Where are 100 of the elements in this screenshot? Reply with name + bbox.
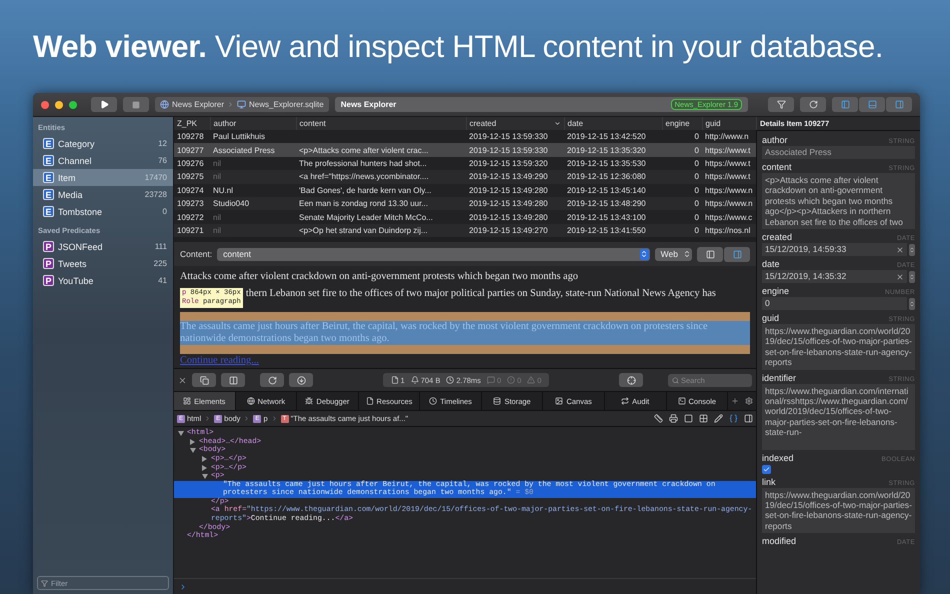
search-icon: [672, 376, 679, 384]
filter-button[interactable]: [768, 97, 794, 112]
layout-icon: [183, 397, 192, 406]
path-control[interactable]: News Explorer News_Explorer.sqlite: [155, 97, 329, 112]
target-button[interactable]: [619, 373, 643, 388]
table-row[interactable]: 109278 Paul Luttikhuis 2019-12-15 13:59:330 2019-12-15 13:42:520 0 http://www.n: [174, 130, 756, 144]
add-tab-button[interactable]: [728, 392, 742, 410]
field-select[interactable]: content: [217, 248, 650, 261]
reload-button[interactable]: [260, 373, 284, 388]
sidebar-item[interactable]: P JSONFeed 111: [33, 238, 173, 255]
column-header[interactable]: Z_PK: [174, 117, 210, 130]
sidebar-item[interactable]: E Tombstone 0: [33, 203, 173, 220]
download-icon: [296, 376, 306, 385]
undock-button[interactable]: [192, 373, 216, 388]
sidebar-item[interactable]: E Channel 76: [33, 152, 173, 169]
text-area[interactable]: https://www.theguardian.com/international/rsshttps://www.theguardian.com/world/2019/dec/15/offices-of-two-major-parties-set-on-fire-lebanons-state-run-: [762, 384, 915, 450]
close-button[interactable]: [41, 100, 49, 108]
error-icon: [507, 376, 516, 384]
columns-icon: [228, 376, 238, 385]
item-label: JSONFeed: [58, 242, 104, 252]
panel-right-icon: [732, 250, 742, 259]
stop-button[interactable]: [123, 97, 149, 112]
column-header[interactable]: date: [564, 117, 662, 130]
date-field[interactable]: 15/12/2019, 14:59:33: [762, 243, 907, 256]
table-cell: 0: [662, 130, 702, 144]
table-cell: 2019-12-15 13:49:280: [466, 210, 564, 224]
minimize-button[interactable]: [55, 100, 63, 108]
table-cell: NU.nl: [210, 184, 296, 197]
item-count: 17470: [144, 173, 167, 182]
number-field[interactable]: 0: [762, 297, 907, 310]
zoom-button[interactable]: [69, 100, 77, 108]
column-header[interactable]: engine: [662, 117, 702, 130]
field-label: identifier: [762, 372, 796, 383]
table-row[interactable]: 109272 nil Senate Majority Leader Mitch McCo... 2019-12-15 13:49:280 2019-12-15 13:43:100 0 https://www.c: [174, 210, 756, 224]
bell-icon: [410, 376, 419, 384]
stepper[interactable]: [909, 298, 915, 310]
reload-icon: [268, 376, 276, 385]
table-cell: 2019-12-15 13:43:100: [564, 210, 662, 224]
date-field[interactable]: 15/12/2019, 14:35:32: [762, 270, 907, 284]
table-cell: 0: [662, 224, 702, 238]
text-area[interactable]: https://www.theguardian.com/world/2019/dec/15/offices-of-two-major-parties-set-on-fire-lebanons-state-run-agency-reports: [762, 324, 915, 370]
settings-button[interactable]: [742, 392, 756, 410]
checkbox[interactable]: [762, 464, 771, 474]
table-row[interactable]: 109273 Studio040 Een man is zondag rond 13.30 uur... 2019-12-15 13:49:280 2019-12-15 13:48:290 0 https://www.n: [174, 196, 756, 210]
mode-select[interactable]: Web: [654, 248, 692, 261]
table-row[interactable]: 109276 nil The professional hunters had shot... 2019-12-15 13:59:320 2019-12-15 13:35:530 0 https://www.t: [174, 156, 756, 170]
prompt-chevron-icon: [179, 582, 187, 590]
column-header[interactable]: author: [210, 117, 296, 130]
inspector-toggle-button[interactable]: [724, 246, 750, 262]
table-row[interactable]: 109275 nil <a href="https://news.ycombinator.... 2019-12-15 13:49:290 2019-12-15 12:36:080 0 https://www.t: [174, 170, 756, 184]
right-panel-button[interactable]: [886, 97, 912, 112]
field-value[interactable]: Associated Press: [762, 146, 915, 159]
left-panel-button[interactable]: [832, 97, 858, 112]
sidebar-toggle-button[interactable]: [697, 246, 723, 262]
grid-icon: [699, 414, 708, 424]
field-label: engine: [762, 286, 790, 296]
item-count: 76: [158, 156, 167, 165]
download-button[interactable]: [289, 373, 313, 388]
expanded-triangle-icon[interactable]: [202, 474, 208, 479]
windows-icon: [200, 376, 208, 385]
item-label: Channel: [58, 156, 93, 166]
sidebar-item[interactable]: E Media 23728: [33, 186, 173, 203]
text-area[interactable]: https://www.theguardian.com/world/2019/dec/15/offices-of-two-major-parties-set-on-fire-lebanons-state-run-agency-reports: [762, 488, 915, 534]
table-cell: 2019-12-15 13:41:550: [564, 224, 662, 238]
column-header[interactable]: guid: [702, 117, 756, 130]
sidebar-item[interactable]: E Item 17470: [33, 169, 173, 186]
chevron-icon: [270, 415, 278, 422]
table-cell: nil: [210, 156, 296, 170]
table-cell: https://www.t: [702, 143, 756, 157]
stepper[interactable]: [909, 270, 915, 283]
table-row[interactable]: 109277 Associated Press <p>Attacks come after violent crac... 2019-12-15 13:59:330 2019-12-15 13:35:320 0 https://www.t: [174, 143, 756, 157]
document-icon: [366, 397, 374, 406]
sidebar-item[interactable]: P YouTube 41: [33, 272, 173, 289]
sidebar-item[interactable]: E Category 12: [33, 135, 173, 152]
collapsed-triangle-icon[interactable]: [190, 439, 195, 446]
table-cell: 2019-12-15 13:49:290: [466, 170, 564, 184]
column-header[interactable]: created: [466, 117, 564, 130]
entity-badge: P: [43, 241, 54, 252]
field-label: link: [762, 476, 776, 487]
column-header[interactable]: content: [296, 117, 466, 130]
refresh-button[interactable]: [800, 97, 826, 112]
table-cell: 2019-12-15 13:49:280: [466, 196, 564, 210]
bottom-panel-button[interactable]: [859, 97, 885, 112]
stop-icon: [132, 100, 140, 108]
item-label: Item: [58, 172, 77, 182]
text-area[interactable]: <p>Attacks come after violent crackdown on anti-government protests which began two months ago</p><p>Attackers in northern Lebanon set fire to the offices of two: [762, 173, 915, 230]
table-cell: 2019-12-15 13:42:520: [564, 130, 662, 144]
paragraph: thern Lebanon set fire to the offices of two major political parties on Sunday, state-run National News Agency has: [246, 288, 716, 300]
expanded-triangle-icon[interactable]: [190, 448, 196, 454]
stepper[interactable]: [909, 244, 915, 256]
table-row[interactable]: 109274 NU.nl 'Bad Gones', de harde kern van Oly... 2019-12-15 13:49:280 2019-12-15 13:45:140 0 https://www.n: [174, 184, 756, 197]
field-label: guid: [762, 313, 780, 324]
item-label: YouTube: [58, 276, 94, 286]
expanded-triangle-icon[interactable]: [178, 430, 184, 436]
sidebar-item[interactable]: P Tweets 225: [33, 255, 173, 272]
refresh-icon: [808, 100, 818, 109]
table-cell: nil: [210, 170, 296, 184]
table-row[interactable]: 109271 nil <p>Op het strand van Duindorp zij... 2019-12-15 13:49:270 2019-12-15 13:41:550 0 https://nos.nl: [174, 224, 756, 238]
split-button[interactable]: [221, 373, 245, 388]
play-button[interactable]: [91, 97, 117, 112]
